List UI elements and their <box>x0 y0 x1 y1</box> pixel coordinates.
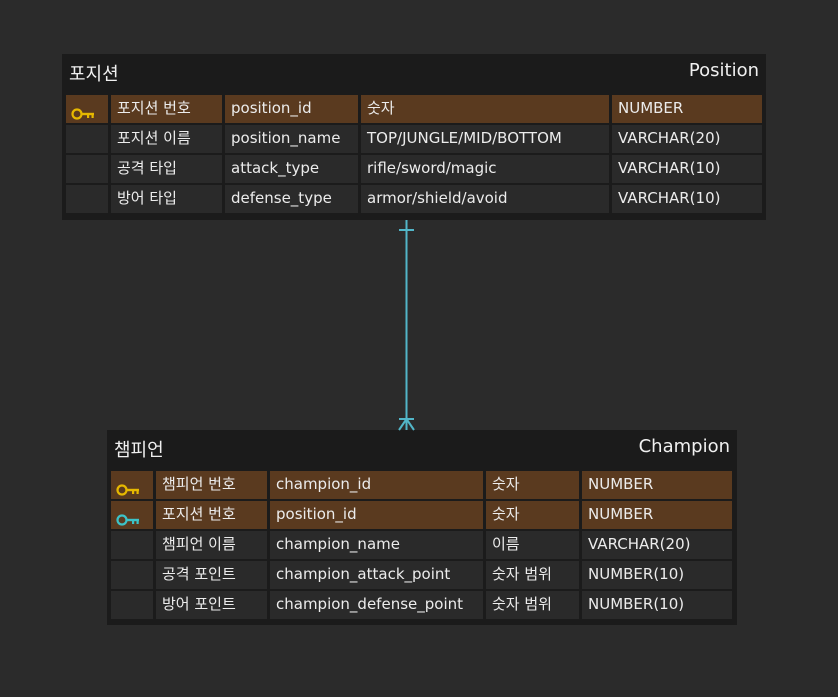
relationship-line[interactable] <box>0 0 838 697</box>
crow-foot-left <box>398 418 408 431</box>
crow-foot-right <box>405 418 415 431</box>
